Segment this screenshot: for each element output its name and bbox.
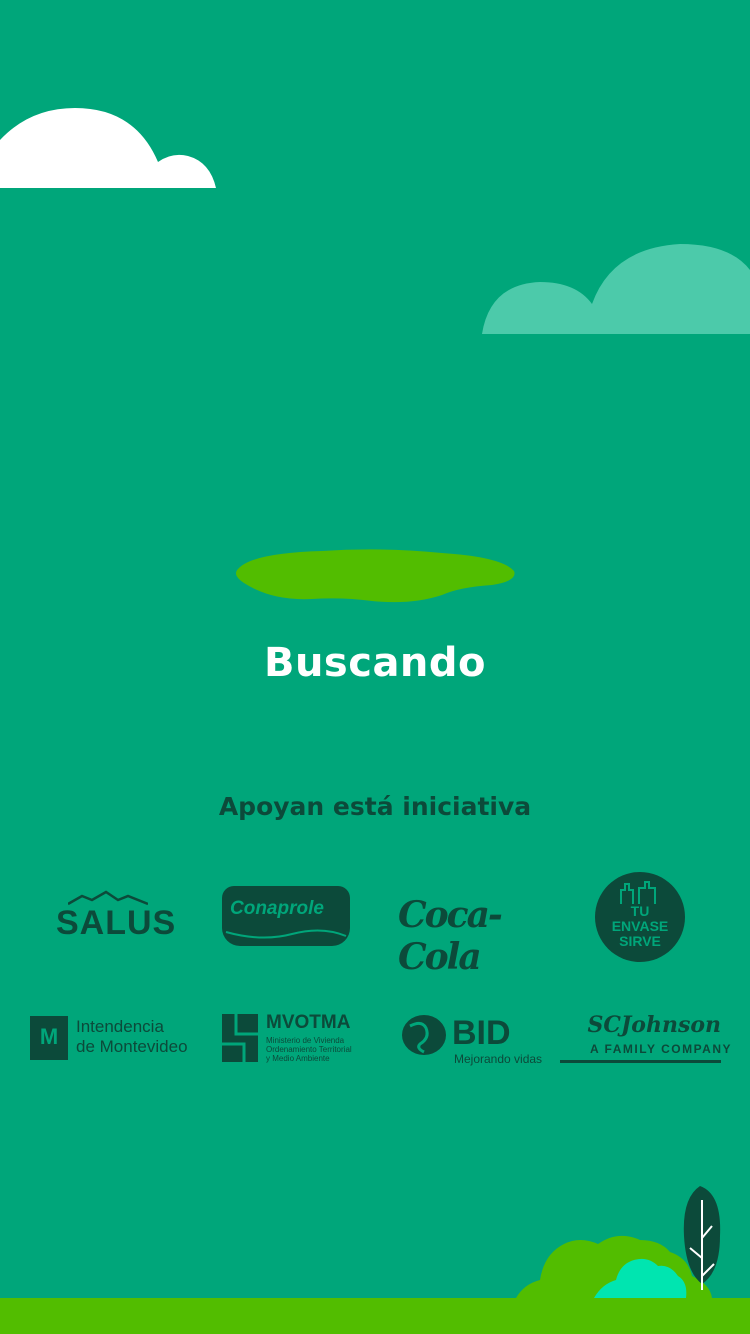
tuenvase-line-1: TU [630, 903, 650, 919]
intendencia-line-1: Intendencia [76, 1017, 164, 1036]
tuenvase-logo: TU ENVASE SIRVE [595, 872, 687, 964]
cocacola-wordmark: Coca-Cola [398, 894, 503, 978]
scjohnson-logo: SCJohnson A FAMILY COMPANY [560, 1010, 731, 1065]
intendencia-logo: M Intendencia de Montevideo [30, 1014, 200, 1064]
tuenvase-line-2: ENVASE [611, 918, 669, 934]
globe-icon [402, 1015, 446, 1055]
conaprole-wordmark: Conaprole [230, 898, 324, 919]
scjohnson-underline [560, 1060, 721, 1063]
mvotma-wordmark: MVOTMA [266, 1012, 351, 1033]
cloud-decoration-teal [482, 244, 750, 334]
bid-logo: BID Mejorando vidas [402, 1012, 542, 1067]
scjohnson-tagline: A FAMILY COMPANY [590, 1042, 733, 1056]
bushes-decoration [516, 1186, 721, 1298]
intendencia-emblem: M [30, 1016, 68, 1060]
bid-tagline: Mejorando vidas [454, 1052, 543, 1066]
loading-blob [236, 549, 515, 603]
cocacola-logo: Coca-Cola [398, 888, 538, 978]
bid-wordmark: BID [452, 1014, 511, 1052]
conaprole-logo: Conaprole [222, 886, 352, 950]
status-title: Buscando [263, 640, 487, 686]
mvotma-sub-line-3: y Medio Ambiente [266, 1054, 330, 1063]
cloud-decoration-white [0, 108, 216, 188]
supporters-heading: Apoyan está iniciativa [218, 792, 532, 821]
mvotma-emblem-icon [222, 1014, 258, 1062]
intendencia-line-2: de Montevideo [76, 1037, 188, 1056]
salus-wordmark: SALUS [56, 904, 177, 942]
ground-strip [0, 1298, 750, 1334]
tuenvase-wordmark: TU ENVASE SIRVE [595, 904, 685, 949]
mvotma-sub-line-2: Ordenamiento Territorial [266, 1045, 352, 1054]
wave-icon [225, 929, 347, 939]
salus-logo: SALUS [50, 890, 175, 950]
bottles-icon [620, 881, 656, 904]
mvotma-subtitle: Ministerio de Vivienda Ordenamiento Terr… [266, 1036, 352, 1063]
scjohnson-wordmark: SCJohnson [587, 1012, 721, 1038]
mvotma-logo: MVOTMA Ministerio de Vivienda Ordenamien… [222, 1012, 357, 1067]
tuenvase-line-3: SIRVE [619, 933, 661, 949]
mvotma-sub-line-1: Ministerio de Vivienda [266, 1036, 345, 1045]
